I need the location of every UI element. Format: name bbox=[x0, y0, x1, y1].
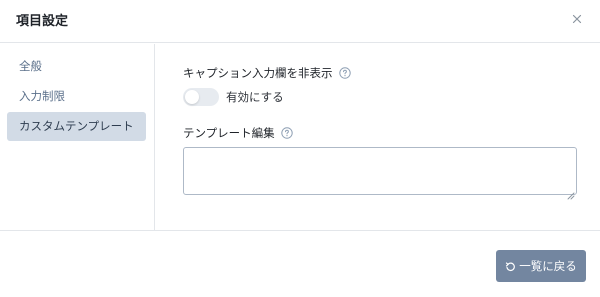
hide-caption-label: キャプション入力欄を非表示 bbox=[183, 66, 333, 80]
back-to-list-button[interactable]: 一覧に戻る bbox=[496, 250, 586, 282]
dialog-footer: 一覧に戻る bbox=[0, 230, 600, 297]
sidebar-item-general[interactable]: 全般 bbox=[7, 52, 146, 81]
resize-grip-icon[interactable] bbox=[567, 185, 575, 200]
template-edit-row: テンプレート編集 bbox=[183, 125, 293, 141]
sidebar-item-label: 全般 bbox=[19, 59, 42, 73]
template-edit-label: テンプレート編集 bbox=[183, 126, 275, 140]
sidebar-item-custom-template[interactable]: カスタムテンプレート bbox=[7, 112, 146, 141]
back-button-label: 一覧に戻る bbox=[519, 259, 577, 273]
hide-caption-row: キャプション入力欄を非表示 bbox=[183, 65, 351, 81]
enable-toggle[interactable] bbox=[183, 88, 219, 106]
main-content: キャプション入力欄を非表示 有効にする テンプレート編集 bbox=[156, 44, 600, 230]
sidebar-item-input-restriction[interactable]: 入力制限 bbox=[7, 82, 146, 111]
close-icon[interactable] bbox=[571, 13, 583, 25]
sidebar-item-label: カスタムテンプレート bbox=[19, 119, 134, 133]
toggle-knob bbox=[185, 90, 199, 104]
sidebar-item-label: 入力制限 bbox=[19, 89, 65, 103]
sidebar: 全般 入力制限 カスタムテンプレート bbox=[0, 44, 155, 230]
enable-toggle-row: 有効にする bbox=[183, 88, 284, 106]
help-icon[interactable] bbox=[338, 67, 351, 79]
enable-toggle-label: 有効にする bbox=[226, 90, 284, 104]
undo-icon bbox=[506, 261, 516, 271]
template-textarea[interactable] bbox=[183, 147, 577, 195]
dialog-title: 項目設定 bbox=[16, 14, 69, 29]
help-icon[interactable] bbox=[280, 127, 293, 139]
settings-dialog: 項目設定 全般 入力制限 カスタムテンプレート キャプション入力欄を非表示 有効… bbox=[0, 0, 600, 297]
dialog-header: 項目設定 bbox=[0, 0, 600, 43]
